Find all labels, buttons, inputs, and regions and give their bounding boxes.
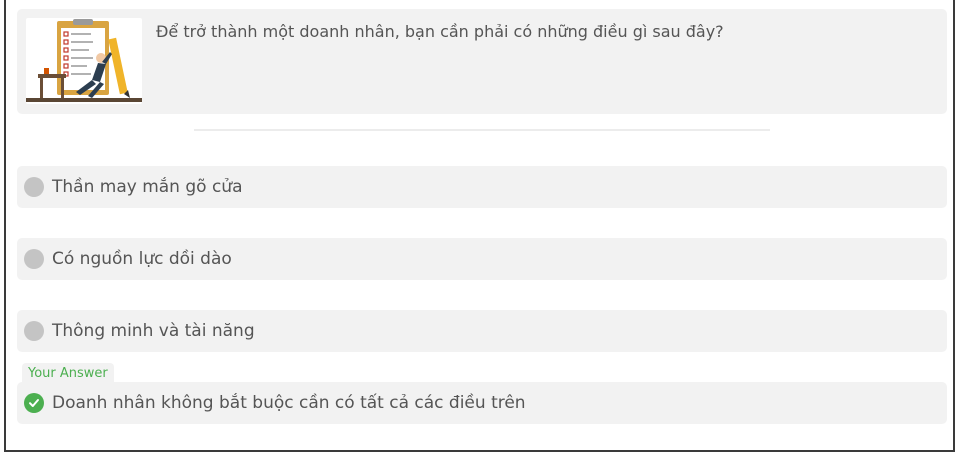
- answer-option-3[interactable]: Thông minh và tài năng: [17, 310, 947, 352]
- question-image: [26, 18, 142, 104]
- answer-option-label: Thông minh và tài năng: [52, 321, 255, 341]
- answer-option-1[interactable]: Thần may mắn gõ cửa: [17, 166, 947, 208]
- answer-option-2[interactable]: Có nguồn lực dồi dào: [17, 238, 947, 280]
- radio-unselected-icon: [24, 249, 44, 269]
- check-circle-icon: [24, 393, 44, 413]
- businessman-checklist-illustration-icon: [26, 19, 142, 102]
- radio-unselected-icon: [24, 177, 44, 197]
- answer-option-label: Thần may mắn gõ cửa: [52, 177, 243, 197]
- divider: [194, 129, 770, 131]
- radio-unselected-icon: [24, 321, 44, 341]
- question-text: Để trở thành một doanh nhân, bạn cần phả…: [156, 22, 724, 41]
- question-card: Để trở thành một doanh nhân, bạn cần phả…: [17, 9, 947, 114]
- answer-option-label: Có nguồn lực dồi dào: [52, 249, 232, 269]
- answer-option-4[interactable]: Doanh nhân không bắt buộc cần có tất cả …: [17, 382, 947, 424]
- your-answer-badge: Your Answer: [22, 363, 114, 384]
- answer-option-label: Doanh nhân không bắt buộc cần có tất cả …: [52, 393, 526, 413]
